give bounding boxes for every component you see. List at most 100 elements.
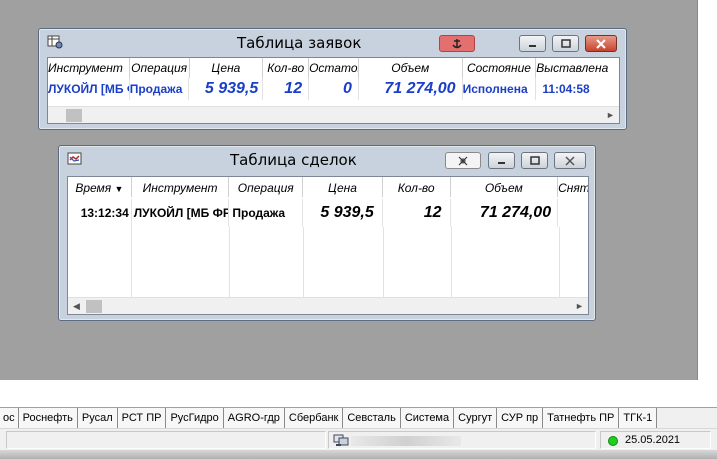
trades-header-row: Время ▼ Инструмент Операция Цена Кол-во … — [68, 177, 588, 199]
col-instrument[interactable]: Инструмент — [48, 58, 130, 78]
tab-item[interactable]: Русал — [77, 408, 118, 429]
col-instrument[interactable]: Инструмент — [132, 177, 230, 197]
server-info-redacted — [351, 436, 461, 446]
col-cancelled[interactable]: Снят — [558, 177, 588, 197]
scroll-right-icon[interactable]: ► — [571, 298, 588, 315]
connection-status-icon — [608, 436, 618, 446]
orders-window-title: Таблица заявок — [237, 34, 362, 52]
tab-item[interactable]: СУР пр — [497, 408, 544, 429]
trades-scroll-thumb[interactable] — [86, 300, 102, 313]
row-cancelled — [558, 199, 588, 227]
row-qty: 12 — [263, 78, 310, 100]
row-price: 5 939,5 — [303, 199, 383, 227]
orders-titlebar[interactable]: Таблица заявок — [39, 29, 626, 55]
col-placed[interactable]: Выставлена — [536, 58, 619, 78]
pin-icon — [458, 156, 468, 165]
maximize-button[interactable] — [521, 152, 548, 169]
grid-col — [132, 227, 230, 297]
grid-col — [384, 227, 452, 297]
row-instrument: ЛУКОЙЛ [МБ ФР] — [132, 199, 230, 227]
pin-button[interactable] — [445, 152, 481, 169]
maximize-icon — [529, 156, 540, 165]
taskbar-edge — [0, 450, 717, 459]
handshake-icon — [67, 152, 83, 166]
trades-table: Время ▼ Инструмент Операция Цена Кол-во … — [67, 176, 589, 315]
table-row[interactable]: 13:12:34 ЛУКОЙЛ [МБ ФР] Продажа 5 939,5 … — [68, 199, 588, 227]
col-operation[interactable]: Операция — [130, 58, 190, 78]
grid-col — [452, 227, 560, 297]
col-operation[interactable]: Операция — [229, 177, 304, 197]
empty-grid-area — [68, 227, 588, 297]
col-volume[interactable]: Объем — [451, 177, 559, 197]
orders-table: Инструмент Операция Цена Кол-во Остаток … — [47, 57, 620, 124]
row-operation: Продажа — [229, 199, 304, 227]
instrument-tabstrip: ос Роснефть Русал РСТ ПР РусГидро AGRO-г… — [0, 407, 717, 429]
minimize-button[interactable] — [488, 152, 515, 169]
orders-hscrollbar[interactable]: ► — [48, 106, 619, 123]
maximize-button[interactable] — [552, 35, 579, 52]
row-price: 5 939,5 — [189, 78, 264, 100]
strip-notch — [698, 368, 717, 380]
col-qty[interactable]: Кол-во — [383, 177, 451, 197]
tab-item[interactable]: Татнефть ПР — [543, 408, 620, 429]
col-state[interactable]: Состояние — [463, 58, 537, 78]
close-button[interactable] — [554, 152, 586, 169]
col-price[interactable]: Цена — [303, 177, 383, 197]
row-placed: 11:04:58 — [542, 82, 590, 96]
trades-window-title: Таблица сделок — [230, 151, 357, 169]
status-panel — [6, 431, 326, 449]
close-icon — [596, 38, 606, 49]
row-remaining: 0 — [309, 78, 359, 100]
row-volume: 71 274,00 — [359, 78, 463, 100]
orders-scroll-thumb[interactable] — [66, 109, 82, 122]
tab-item[interactable]: Система — [400, 408, 455, 429]
tab-item[interactable]: РусГидро — [166, 408, 224, 429]
right-panel-strip — [697, 0, 717, 380]
orders-header-row: Инструмент Операция Цена Кол-во Остаток … — [48, 58, 619, 78]
sort-desc-icon: ▼ — [114, 184, 124, 194]
col-price[interactable]: Цена — [190, 58, 264, 78]
col-time-label: Время — [75, 181, 112, 195]
status-bar: 25.05.2021 — [0, 428, 717, 450]
col-volume[interactable]: Объем — [359, 58, 463, 78]
close-button[interactable] — [585, 35, 617, 52]
minimize-icon — [498, 162, 505, 164]
col-time[interactable]: Время ▼ — [68, 177, 132, 197]
row-state: Исполнена — [463, 78, 537, 100]
tab-item[interactable]: ТГК-1 — [619, 408, 658, 429]
close-icon — [565, 155, 575, 166]
row-operation: Продажа — [130, 78, 190, 100]
tab-item[interactable]: Севсталь — [343, 408, 401, 429]
row-instrument: ЛУКОЙЛ [МБ ФР] — [48, 78, 130, 100]
status-panel-date: 25.05.2021 — [600, 431, 711, 449]
maximize-icon — [560, 39, 571, 48]
grid-col — [230, 227, 304, 297]
anchor-icon — [452, 39, 462, 49]
col-remaining[interactable]: Остаток — [309, 58, 359, 78]
tab-item[interactable]: Сургут — [454, 408, 498, 429]
row-time: 13:12:34 — [68, 199, 132, 227]
tab-item[interactable]: ос — [0, 408, 19, 429]
tab-item[interactable]: РСТ ПР — [117, 408, 167, 429]
col-qty[interactable]: Кол-во — [263, 58, 310, 78]
grid-col — [304, 227, 384, 297]
orders-table-icon — [47, 35, 63, 49]
trades-hscrollbar[interactable]: ◀ ► — [68, 297, 588, 314]
scroll-left-icon[interactable]: ◀ — [68, 298, 85, 315]
row-volume: 71 274,00 — [451, 199, 559, 227]
network-icon — [333, 433, 349, 450]
minimize-button[interactable] — [519, 35, 546, 52]
status-date: 25.05.2021 — [625, 434, 681, 446]
table-row[interactable]: ЛУКОЙЛ [МБ ФР] Продажа 5 939,5 12 0 71 2… — [48, 78, 619, 100]
tab-item[interactable]: Роснефть — [18, 408, 78, 429]
row-qty: 12 — [383, 199, 451, 227]
tab-item[interactable]: Сбербанк — [284, 408, 344, 429]
trades-titlebar[interactable]: Таблица сделок — [59, 146, 595, 172]
anchor-button[interactable] — [439, 35, 475, 52]
tab-item[interactable]: AGRO-гдр — [223, 408, 285, 429]
minimize-icon — [529, 45, 536, 47]
orders-window[interactable]: Таблица заявок Инструмент Операция Цена … — [38, 28, 627, 130]
trades-window[interactable]: Таблица сделок Время ▼ Инструмент Операц… — [58, 145, 596, 321]
grid-col — [68, 227, 132, 297]
scroll-right-icon[interactable]: ► — [602, 107, 619, 124]
